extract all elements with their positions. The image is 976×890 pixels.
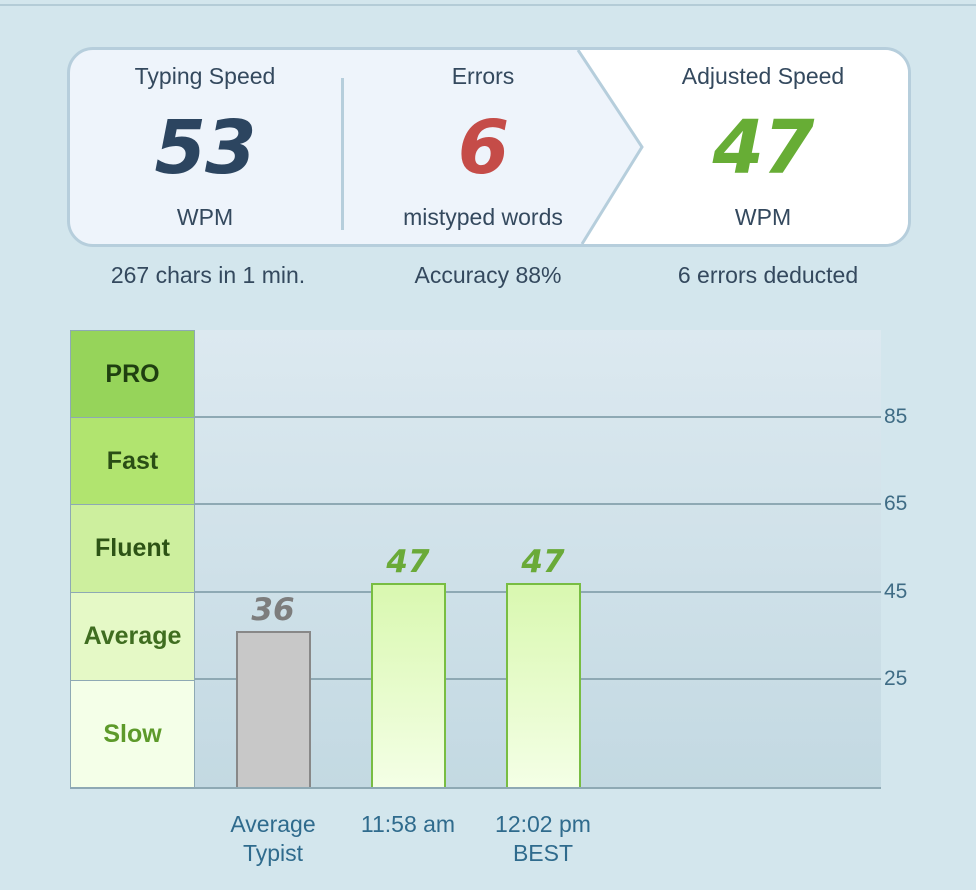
adjusted-speed-stat: Adjusted Speed 47 WPM — [628, 50, 898, 244]
x-category-line: Average — [230, 811, 316, 837]
bar-attempt-1 — [370, 582, 446, 788]
y-tick-label: 85 — [884, 405, 908, 428]
adjusted-speed-unit: WPM — [734, 204, 792, 230]
bar-value-label: 47 — [386, 543, 430, 580]
chars-summary: 267 chars in 1 min. — [110, 262, 306, 288]
y-tick-label: 65 — [884, 492, 908, 516]
adjusted-speed-label: Adjusted Speed — [681, 63, 845, 89]
errors-label: Errors — [451, 63, 515, 89]
x-category-label: 12:02 pm BEST — [468, 810, 618, 868]
card-divider — [341, 78, 344, 230]
gridline-65 — [195, 503, 881, 506]
errors-unit: mistyped words — [403, 204, 563, 230]
typing-speed-stat: Typing Speed 53 WPM — [70, 50, 340, 244]
x-category-line: BEST — [512, 840, 574, 866]
typing-speed-unit: WPM — [176, 204, 234, 230]
bar-attempt-2 — [505, 582, 581, 788]
typing-speed-value: 53 — [154, 105, 257, 191]
errors-deducted-summary: 6 errors deducted — [677, 262, 859, 288]
level-slow: Slow — [70, 680, 195, 788]
bar-average-typist — [235, 630, 311, 788]
level-pro: PRO — [70, 330, 195, 417]
chart-baseline — [70, 787, 881, 789]
y-tick-label: 25 — [884, 667, 908, 690]
bar-value-label: 47 — [521, 543, 565, 580]
x-category-line: Typist — [242, 840, 304, 866]
top-border-line — [0, 4, 976, 6]
y-tick-label: 45 — [884, 579, 908, 603]
speed-level-scale: PRO Fast Fluent Average Slow — [70, 330, 195, 788]
level-average: Average — [70, 592, 195, 680]
gridline-85 — [195, 416, 881, 418]
results-card: Typing Speed 53 WPM Errors 6 mistyped wo… — [67, 47, 911, 247]
x-category-line: 12:02 pm — [495, 811, 591, 837]
level-fast: Fast — [70, 417, 195, 504]
errors-value: 6 — [457, 105, 510, 191]
typing-speed-label: Typing Speed — [134, 63, 276, 89]
x-category-line: 11:58 am — [360, 811, 456, 837]
adjusted-speed-value: 47 — [712, 105, 815, 191]
accuracy-summary: Accuracy 88% — [414, 262, 562, 288]
errors-stat: Errors 6 mistyped words — [348, 50, 618, 244]
x-category-label: Average Typist — [198, 810, 348, 868]
x-category-label: 11:58 am — [333, 810, 483, 839]
level-fluent: Fluent — [70, 504, 195, 592]
bar-value-label: 36 — [251, 591, 295, 628]
